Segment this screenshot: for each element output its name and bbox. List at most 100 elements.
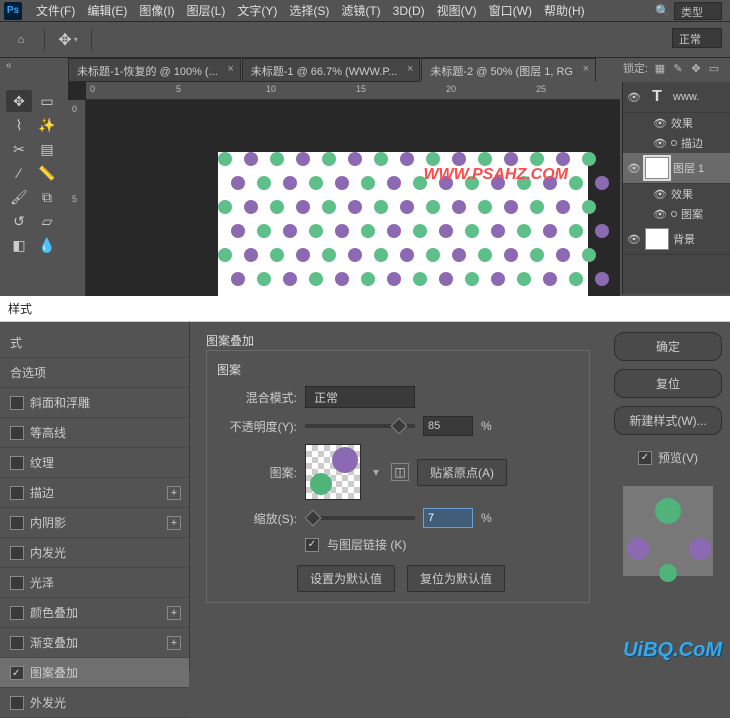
layer-row-1[interactable]: 👁 图层 1 xyxy=(623,153,730,184)
menu-help[interactable]: 帮助(H) xyxy=(538,0,591,22)
style-item-bevel[interactable]: 斜面和浮雕 xyxy=(0,388,189,418)
menu-type[interactable]: 文字(Y) xyxy=(231,0,283,22)
style-item-styles[interactable]: 式 xyxy=(0,328,189,358)
scale-input[interactable] xyxy=(423,508,473,528)
layer-effect-stroke[interactable]: 👁描边 xyxy=(623,133,730,153)
ruler-tool[interactable]: 📏 xyxy=(34,162,60,184)
blur-tool[interactable]: 💧 xyxy=(34,234,60,256)
checkbox[interactable] xyxy=(10,606,24,620)
menu-edit[interactable]: 编辑(E) xyxy=(81,0,133,22)
checkbox[interactable] xyxy=(10,546,24,560)
history-brush-tool[interactable]: ↺ xyxy=(6,210,32,232)
add-icon[interactable]: + xyxy=(167,486,181,500)
style-item-gradient-overlay[interactable]: 渐变叠加+ xyxy=(0,628,189,658)
menu-3d[interactable]: 3D(D) xyxy=(387,1,431,21)
crop-tool[interactable]: ✂ xyxy=(6,138,32,160)
menu-window[interactable]: 窗口(W) xyxy=(483,0,538,22)
visibility-icon[interactable]: 👁 xyxy=(653,117,667,130)
chevron-down-icon[interactable]: ▾ xyxy=(369,465,383,479)
menu-filter[interactable]: 滤镜(T) xyxy=(335,0,386,22)
checkbox[interactable] xyxy=(10,396,24,410)
reset-button[interactable]: 复位 xyxy=(614,369,722,398)
slice-tool[interactable]: ▤ xyxy=(34,138,60,160)
clone-tool[interactable]: ⧉ xyxy=(34,186,60,208)
pattern-thumbnail[interactable] xyxy=(305,444,361,500)
link-checkbox[interactable] xyxy=(305,538,319,552)
lock-brush-icon[interactable]: ✎ xyxy=(670,60,686,76)
lock-artboard-icon[interactable]: ▭ xyxy=(706,60,722,76)
style-item-blend-options[interactable]: 合选项 xyxy=(0,358,189,388)
doc-tab-0[interactable]: 未标题-1-恢复的 @ 100% (...× xyxy=(68,58,241,82)
style-item-outer-glow[interactable]: 外发光 xyxy=(0,688,189,718)
style-item-stroke[interactable]: 描边+ xyxy=(0,478,189,508)
doc-tab-1[interactable]: 未标题-1 @ 66.7% (WWW.P...× xyxy=(242,58,421,82)
opacity-input[interactable] xyxy=(423,416,473,436)
lock-move-icon[interactable]: ✥ xyxy=(688,60,704,76)
snap-origin-icon[interactable]: ◫ xyxy=(391,463,409,481)
style-item-contour[interactable]: 等高线 xyxy=(0,418,189,448)
checkbox[interactable] xyxy=(10,696,24,710)
home-icon[interactable]: ⌂ xyxy=(10,29,32,51)
close-icon[interactable]: × xyxy=(583,63,589,75)
preview-checkbox[interactable] xyxy=(638,451,652,465)
blend-mode-dropdown[interactable]: 正常 xyxy=(672,28,722,48)
menu-file[interactable]: 文件(F) xyxy=(30,0,81,22)
style-item-pattern-overlay[interactable]: 图案叠加 xyxy=(0,658,189,688)
style-item-inner-glow[interactable]: 内发光 xyxy=(0,538,189,568)
magic-wand-tool[interactable]: ✨ xyxy=(34,114,60,136)
visibility-icon[interactable]: 👁 xyxy=(627,162,641,175)
collapse-panels-icon[interactable]: « xyxy=(6,60,12,71)
eyedropper-tool[interactable]: ⁄ xyxy=(6,162,32,184)
checkbox[interactable] xyxy=(10,516,24,530)
move-tool-icon[interactable]: ✥▾ xyxy=(57,29,79,51)
search-icon[interactable]: 🔍 xyxy=(655,4,670,18)
opacity-slider[interactable] xyxy=(305,424,415,428)
gradient-tool[interactable]: ◧ xyxy=(6,234,32,256)
layer-effects[interactable]: 👁效果 xyxy=(623,113,730,133)
reset-default-button[interactable]: 复位为默认值 xyxy=(407,565,505,592)
add-icon[interactable]: + xyxy=(167,606,181,620)
scale-slider[interactable] xyxy=(305,516,415,520)
eraser-tool[interactable]: ▱ xyxy=(34,210,60,232)
snap-origin-button[interactable]: 贴紧原点(A) xyxy=(417,459,507,486)
menu-image[interactable]: 图像(I) xyxy=(133,0,180,22)
checkbox[interactable] xyxy=(10,456,24,470)
lasso-tool[interactable]: ⌇ xyxy=(6,114,32,136)
lock-pixels-icon[interactable]: ▦ xyxy=(652,60,668,76)
doc-tab-2[interactable]: 未标题-2 @ 50% (图层 1, RG× xyxy=(421,58,596,82)
style-item-color-overlay[interactable]: 颜色叠加+ xyxy=(0,598,189,628)
layer-effect-pattern[interactable]: 👁图案 xyxy=(623,204,730,224)
options-bar: ⌂ ✥▾ 正常 xyxy=(0,22,730,58)
layer-row-text[interactable]: 👁 T www. xyxy=(623,82,730,113)
menu-select[interactable]: 选择(S) xyxy=(283,0,335,22)
checkbox[interactable] xyxy=(10,576,24,590)
brush-tool[interactable]: 🖌 xyxy=(6,186,32,208)
add-icon[interactable]: + xyxy=(167,516,181,530)
visibility-icon[interactable]: 👁 xyxy=(627,233,641,246)
marquee-tool[interactable]: ▭ xyxy=(34,90,60,112)
visibility-icon[interactable]: 👁 xyxy=(653,188,667,201)
checkbox[interactable] xyxy=(10,426,24,440)
filter-type-dropdown[interactable]: 类型 xyxy=(674,2,722,20)
checkbox[interactable] xyxy=(10,636,24,650)
visibility-icon[interactable]: 👁 xyxy=(653,137,667,150)
menu-layer[interactable]: 图层(L) xyxy=(181,0,232,22)
close-icon[interactable]: × xyxy=(227,63,233,75)
style-item-inner-shadow[interactable]: 内阴影+ xyxy=(0,508,189,538)
canvas[interactable]: WWW.PSAHZ.COM xyxy=(218,152,588,296)
checkbox[interactable] xyxy=(10,486,24,500)
menu-view[interactable]: 视图(V) xyxy=(431,0,483,22)
blend-mode-select[interactable]: 正常 xyxy=(305,386,415,408)
ok-button[interactable]: 确定 xyxy=(614,332,722,361)
style-item-texture[interactable]: 纹理 xyxy=(0,448,189,478)
add-icon[interactable]: + xyxy=(167,636,181,650)
make-default-button[interactable]: 设置为默认值 xyxy=(297,565,395,592)
visibility-icon[interactable]: 👁 xyxy=(627,91,641,104)
new-style-button[interactable]: 新建样式(W)... xyxy=(614,406,722,435)
visibility-icon[interactable]: 👁 xyxy=(653,208,667,221)
move-tool[interactable]: ✥ xyxy=(6,90,32,112)
style-item-satin[interactable]: 光泽 xyxy=(0,568,189,598)
layer-effects[interactable]: 👁效果 xyxy=(623,184,730,204)
layer-row-bg[interactable]: 👁 背景 xyxy=(623,224,730,255)
close-icon[interactable]: × xyxy=(407,63,413,75)
